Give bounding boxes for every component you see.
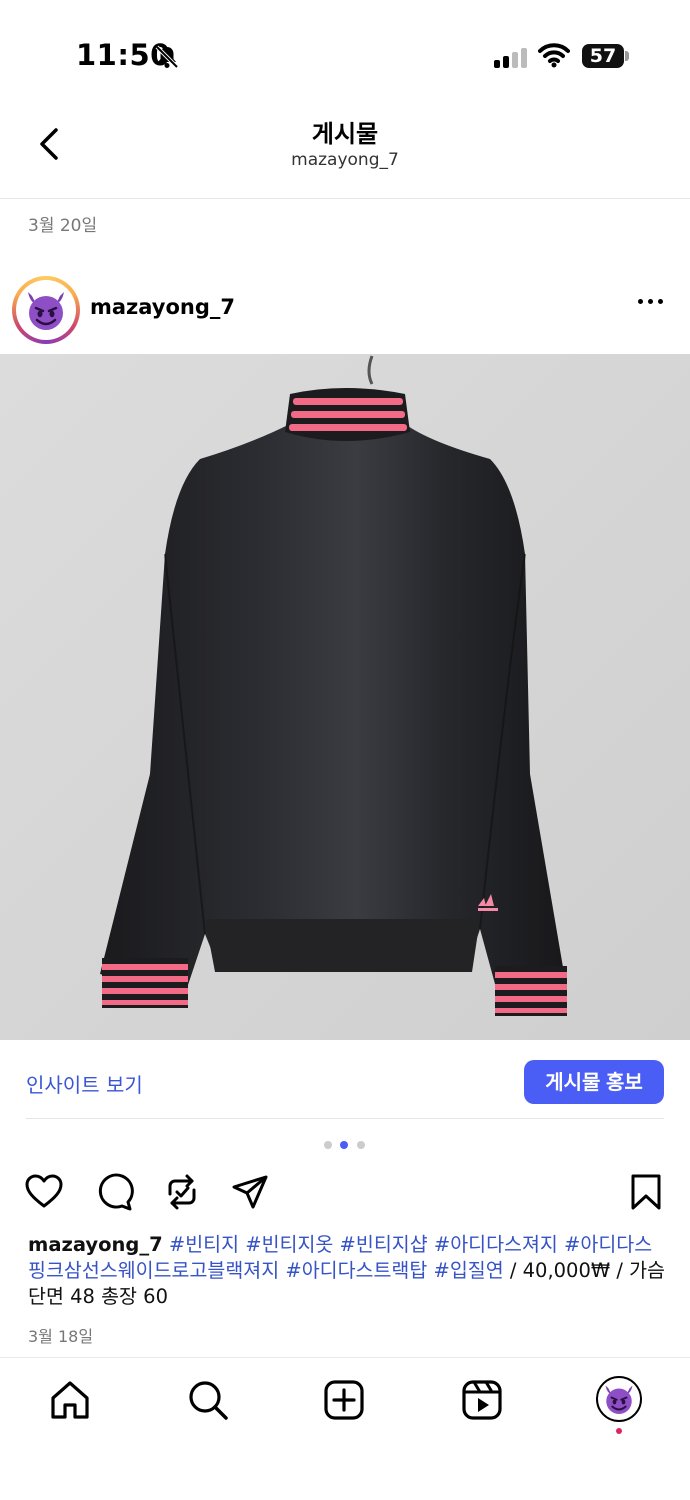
post-caption: mazayong_7 #빈티지 #빈티지옷 #빈티지샵 #아디다스져지 #아디다… (28, 1232, 668, 1310)
nav-divider (0, 1357, 690, 1358)
profile-notification-dot (616, 1428, 622, 1434)
comment-icon[interactable] (94, 1172, 134, 1212)
caption-username[interactable]: mazayong_7 (28, 1233, 163, 1256)
more-options-icon[interactable] (636, 297, 666, 307)
battery-cap (625, 51, 629, 61)
heart-icon[interactable] (24, 1172, 64, 1212)
repost-icon[interactable] (162, 1172, 202, 1212)
hashtag[interactable]: #아디다스트랙탑 (285, 1259, 427, 1282)
hashtag[interactable]: #빈티지 (169, 1233, 239, 1256)
post-date: 3월 18일 (28, 1327, 94, 1346)
jacket-illustration (0, 354, 690, 1040)
create-icon[interactable] (322, 1378, 366, 1422)
avatar[interactable] (16, 280, 76, 340)
header-divider (0, 198, 690, 199)
hashtag[interactable]: #아디다스져지 (434, 1233, 558, 1256)
reels-icon[interactable] (460, 1378, 504, 1422)
bell-slash-icon (155, 45, 179, 69)
nav-profile-avatar[interactable] (596, 1376, 642, 1422)
bookmark-icon[interactable] (626, 1172, 666, 1212)
devil-emoji-icon (28, 292, 64, 330)
hashtag[interactable]: #빈티지샵 (340, 1233, 428, 1256)
send-icon[interactable] (230, 1172, 270, 1212)
profile-icon (605, 1385, 633, 1414)
post-date-header: 3월 20일 (28, 216, 98, 236)
insights-divider (26, 1118, 664, 1119)
hashtag[interactable]: #빈티지옷 (245, 1233, 333, 1256)
wifi-icon (538, 43, 570, 68)
page-subtitle: mazayong_7 (291, 150, 399, 170)
post-username[interactable]: mazayong_7 (90, 295, 235, 319)
search-icon[interactable] (186, 1378, 230, 1422)
carousel-dot (357, 1141, 365, 1149)
carousel-dot (324, 1141, 332, 1149)
battery-indicator: 57 (582, 44, 624, 68)
page-title: 게시물 (311, 120, 379, 148)
home-icon[interactable] (48, 1378, 92, 1422)
cellular-signal-icon (494, 46, 530, 68)
carousel-dot-active (340, 1141, 348, 1149)
promote-post-button[interactable]: 게시물 홍보 (524, 1060, 664, 1104)
view-insights-link[interactable]: 인사이트 보기 (26, 1069, 143, 1098)
hashtag[interactable]: #입질연 (434, 1259, 504, 1282)
post-photo[interactable] (0, 354, 690, 1040)
